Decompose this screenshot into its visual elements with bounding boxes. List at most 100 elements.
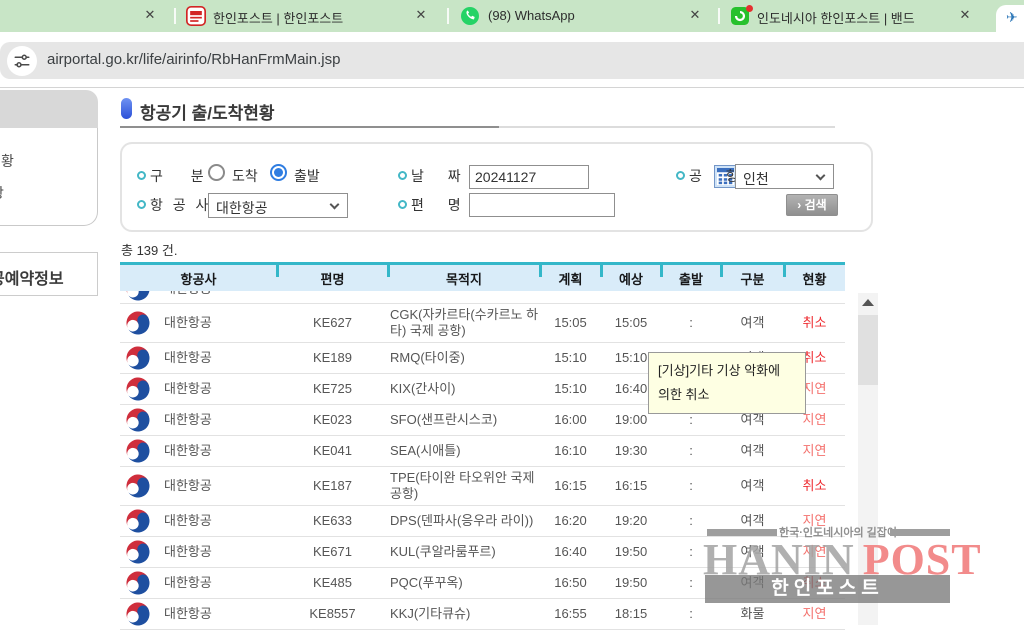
airline-name: 대한항공 [164, 478, 212, 494]
url-text: airportal.go.kr/life/airinfo/RbHanFrmMai… [47, 51, 340, 68]
close-icon[interactable]: ✕ [141, 7, 159, 23]
sidebar-reservation-box[interactable]: 공예약정보 [0, 252, 98, 296]
airline-name: 대한항공 [164, 513, 212, 529]
tab-band[interactable]: 인도네시아 한인포스트 | 밴드 [757, 8, 915, 27]
close-icon[interactable]: ✕ [686, 7, 704, 23]
tab-separator [174, 8, 176, 24]
cell-plan: 16:10 [540, 443, 601, 459]
header-tick [276, 265, 279, 277]
korean-air-logo-icon [122, 307, 154, 339]
close-icon[interactable]: ✕ [956, 7, 974, 23]
header-tick [600, 265, 603, 277]
cell-type: 여객 [721, 575, 784, 591]
cell-plan: 15:05 [540, 315, 601, 331]
airline-select[interactable]: 대한항공 [208, 193, 348, 218]
close-icon[interactable]: ✕ [412, 7, 430, 23]
column-header: 구분 [721, 269, 784, 288]
cell-dep: : [661, 315, 721, 331]
arrival-radio[interactable] [208, 164, 225, 181]
cell-dest: TPE(타이완 타오위안 국제 공항) [388, 470, 540, 502]
airline-name: 대한항공 [164, 544, 212, 560]
table-row[interactable]: 대한항공KE633DPS(덴파사(응우라 라이))16:2019:20:여객지연 [120, 506, 845, 537]
cell-airline: 대한항공 [120, 408, 277, 432]
cell-status: 취소 [784, 315, 845, 331]
sidebar-item-fragment[interactable]: 황 [1, 151, 14, 171]
browser-toolbar: airportal.go.kr/life/airinfo/RbHanFrmMai… [0, 32, 1024, 88]
arrival-radio-label[interactable]: 도착 [232, 166, 258, 186]
cell-plan: 16:20 [540, 513, 601, 529]
cell-flight: KE187 [277, 478, 388, 494]
column-header: 항공사 [120, 269, 277, 288]
korean-air-logo-icon [122, 404, 154, 436]
bullet-icon [137, 200, 146, 209]
flight-table: 항공사편명목적지계획예상출발구분현황 대한항공 대한항공KE627CGK(자카르… [120, 262, 845, 630]
cell-plan: 16:55 [540, 606, 601, 622]
cell-dep: : [661, 606, 721, 622]
sidebar-item-fragment[interactable]: 항 [0, 183, 4, 203]
haninpost-favicon-icon [186, 6, 206, 26]
cell-type: 여객 [721, 513, 784, 529]
cell-dep: : [661, 575, 721, 591]
cell-plan: 16:50 [540, 575, 601, 591]
airline-select-value: 대한항공 [216, 198, 268, 218]
cell-airline: 대한항공 [120, 291, 277, 301]
cell-flight: KE671 [277, 544, 388, 560]
band-icon [731, 7, 751, 27]
cell-status: 취소 [784, 478, 845, 494]
cell-dep: : [661, 412, 721, 428]
flight-search-form: 구 분 도착 출발 날 짜 공 항 인천 항 공 사 대한항공 편 명 › 검색 [120, 142, 873, 232]
korean-air-logo-icon [122, 373, 154, 405]
sidebar-menu-header [0, 90, 98, 128]
airport-select[interactable]: 인천 [735, 164, 834, 189]
scrollbar-thumb[interactable] [858, 315, 878, 385]
address-bar[interactable]: airportal.go.kr/life/airinfo/RbHanFrmMai… [0, 42, 1024, 79]
sidebar-menu-box: 황 항 [0, 90, 98, 226]
airline-name: 대한항공 [164, 606, 212, 622]
tab-haninpost[interactable]: 한인포스트 | 한인포스트 [213, 8, 343, 27]
tab-separator [447, 8, 449, 24]
departure-radio-label[interactable]: 출발 [294, 166, 320, 186]
cell-plan: 15:10 [540, 381, 601, 397]
table-row[interactable]: 대한항공KE8557KKJ(기타큐슈)16:5518:15:화물지연 [120, 599, 845, 630]
date-input[interactable] [469, 165, 589, 189]
table-row[interactable]: 대한항공 [120, 291, 845, 304]
bullet-icon [398, 200, 407, 209]
tab-whatsapp[interactable]: (98) WhatsApp [488, 8, 575, 23]
flight-number-label: 편 명 [411, 195, 461, 215]
table-row[interactable]: 대한항공KE627CGK(자카르타(수카르노 하타) 국제 공항)15:0515… [120, 304, 845, 343]
active-tab[interactable]: ✈ [996, 5, 1024, 32]
cell-plan: 16:40 [540, 544, 601, 560]
table-row[interactable]: 대한항공KE485PQC(푸꾸옥)16:5019:50:여객취소 [120, 568, 845, 599]
korean-air-logo-icon [122, 470, 154, 502]
title-bullet-icon [121, 98, 132, 119]
cell-dest: SFO(샌프란시스코) [388, 412, 540, 428]
korean-air-logo-icon [122, 342, 154, 374]
cell-status: 지연 [784, 513, 845, 529]
cell-est: 19:00 [601, 412, 661, 428]
status-tooltip: [기상]기타 기상 악화에 의한 취소 [648, 352, 806, 414]
table-row[interactable]: 대한항공KE041SEA(시애틀)16:1019:30:여객지연 [120, 436, 845, 467]
cell-airline: 대한항공 [120, 377, 277, 401]
gubun-label: 구 분 [150, 166, 204, 186]
whatsapp-icon [461, 7, 481, 27]
site-info-icon[interactable] [7, 46, 37, 76]
airline-name: 대한항공 [164, 575, 212, 591]
korean-air-logo-icon [122, 567, 154, 599]
cell-type: 여객 [721, 315, 784, 331]
search-button[interactable]: › 검색 [786, 194, 838, 216]
airline-name: 대한항공 [164, 350, 212, 366]
cell-plan: 16:15 [540, 478, 601, 494]
departure-radio[interactable] [270, 164, 287, 181]
flight-number-input[interactable] [469, 193, 615, 217]
cell-flight: KE8557 [277, 606, 388, 622]
airline-name: 대한항공 [164, 291, 212, 297]
cell-dest: SEA(시애틀) [388, 443, 540, 459]
cell-est: 16:15 [601, 478, 661, 494]
airline-name: 대한항공 [164, 412, 212, 428]
scroll-up-arrow-icon[interactable] [862, 299, 874, 306]
table-scrollbar[interactable] [858, 293, 878, 625]
cell-dest: PQC(푸꾸옥) [388, 575, 540, 591]
cell-est: 19:50 [601, 575, 661, 591]
table-row[interactable]: 대한항공KE671KUL(쿠알라룸푸르)16:4019:50:여객지연 [120, 537, 845, 568]
table-row[interactable]: 대한항공KE187TPE(타이완 타오위안 국제 공항)16:1516:15:여… [120, 467, 845, 506]
